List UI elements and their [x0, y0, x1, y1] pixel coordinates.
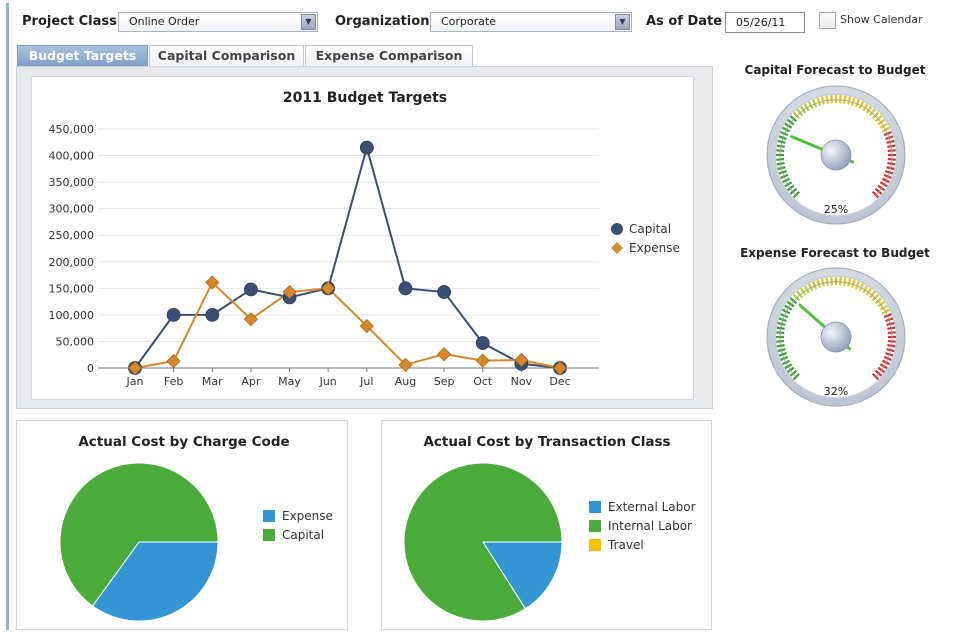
y-tick-label: 300,000 [49, 203, 95, 216]
expense-point [437, 347, 452, 362]
expense-point [475, 353, 490, 368]
legend-swatch-capital [611, 223, 623, 235]
chevron-down-icon[interactable]: ▼ [615, 14, 630, 30]
tab-capital-comparison[interactable]: Capital Comparison [149, 45, 304, 67]
legend-swatch [589, 501, 601, 513]
expense-point [166, 354, 181, 369]
transaction-class-title: Actual Cost by Transaction Class [423, 434, 670, 450]
gauge-tick [825, 95, 829, 104]
transaction-class-pie-chart: Actual Cost by Transaction Class Externa… [403, 434, 696, 622]
x-tick-label: Oct [473, 375, 493, 388]
x-tick-label: Jan [126, 375, 144, 388]
series-line-capital [134, 143, 561, 369]
series-line-expense [134, 280, 561, 369]
gauge-tick [825, 277, 829, 286]
gauge-tick [843, 277, 847, 286]
x-tick-label: Dec [549, 375, 570, 388]
expense-forecast-gauge: 32% [766, 267, 906, 407]
x-tick-label: Mar [202, 375, 223, 388]
capital-point [359, 140, 374, 155]
as-of-date-input[interactable]: 05/26/11 [725, 12, 805, 33]
gauge-tick [838, 277, 842, 286]
gauge-tick [830, 95, 834, 104]
organization-value: Corporate [441, 15, 496, 28]
y-tick-label: 50,000 [56, 335, 95, 348]
gauge-hub [820, 139, 852, 171]
y-tick-label: 100,000 [49, 309, 95, 322]
project-class-label: Project Class [22, 14, 117, 29]
tab-expense-comparison[interactable]: Expense Comparison [305, 45, 473, 67]
legend-label: Expense [629, 241, 680, 255]
charge-code-card: Actual Cost by Charge Code Expense Capita… [16, 420, 348, 630]
legend-label: Travel [607, 538, 644, 552]
x-tick-label: Aug [395, 375, 416, 388]
capital-point [205, 307, 220, 322]
x-tick-label: Nov [511, 375, 533, 388]
y-tick-label: 450,000 [49, 123, 95, 136]
gauge-tick [830, 277, 834, 286]
x-tick-label: Apr [241, 375, 261, 388]
capital-point [437, 285, 451, 299]
legend-label: Internal Labor [608, 519, 692, 533]
y-tick-label: 200,000 [49, 256, 95, 269]
gauge-tick [838, 95, 842, 104]
y-tick-label: 150,000 [49, 282, 95, 295]
capital-point [475, 336, 490, 350]
legend-swatch [589, 520, 601, 532]
budget-targets-chart-card: 2011 Budget Targets 450,000 400,000 350,00… [31, 76, 694, 400]
legend-label: Capital [629, 222, 671, 236]
gauge-value-label: 25% [824, 203, 848, 216]
capital-point [166, 307, 181, 322]
expense-gauge-title: Expense Forecast to Budget [740, 246, 930, 260]
legend-swatch [263, 529, 275, 541]
legend-swatch [589, 539, 601, 551]
gauge-tick [843, 95, 847, 104]
legend-label: Capital [282, 528, 324, 542]
y-tick-label: 0 [87, 362, 94, 375]
project-class-value: Online Order [129, 15, 200, 28]
legend-label: Expense [282, 509, 333, 523]
y-tick-label: 250,000 [49, 229, 95, 242]
x-tick-label: May [278, 375, 301, 388]
x-tick-label: Feb [164, 375, 183, 388]
capital-forecast-gauge: 25% [766, 85, 906, 225]
x-tick-label: Jul [359, 375, 373, 388]
legend-swatch [263, 510, 275, 522]
organization-label: Organization [335, 14, 430, 29]
chart-title: 2011 Budget Targets [283, 90, 447, 106]
tab-budget-targets[interactable]: Budget Targets [17, 45, 148, 67]
capital-point [398, 281, 413, 296]
gauge-value-label: 32% [824, 385, 848, 398]
x-tick-label: Jun [319, 375, 337, 388]
show-calendar-checkbox[interactable] [819, 12, 836, 29]
charge-code-pie-chart: Actual Cost by Charge Code Expense Capita… [59, 434, 333, 622]
legend-swatch-expense [611, 242, 623, 254]
y-tick-label: 350,000 [49, 176, 95, 189]
show-calendar-label: Show Calendar [840, 13, 923, 26]
chevron-down-icon[interactable]: ▼ [301, 14, 316, 30]
legend-label: External Labor [608, 500, 696, 514]
capital-gauge-title: Capital Forecast to Budget [744, 63, 926, 77]
x-tick-label: Sep [434, 375, 455, 388]
transaction-class-card: Actual Cost by Transaction Class Externa… [381, 420, 712, 630]
filter-bar: Project Class Online Order ▼ Organizatio… [0, 0, 957, 40]
capital-point [244, 282, 258, 297]
budget-targets-chart: 2011 Budget Targets 450,000 400,000 350,00… [49, 90, 680, 388]
charge-code-title: Actual Cost by Charge Code [78, 434, 289, 450]
as-of-date-label: As of Date [646, 14, 723, 29]
project-class-select[interactable]: Online Order ▼ [118, 12, 318, 32]
gauge-hub [820, 321, 852, 353]
organization-select[interactable]: Corporate ▼ [430, 12, 632, 32]
y-tick-label: 400,000 [49, 150, 95, 163]
